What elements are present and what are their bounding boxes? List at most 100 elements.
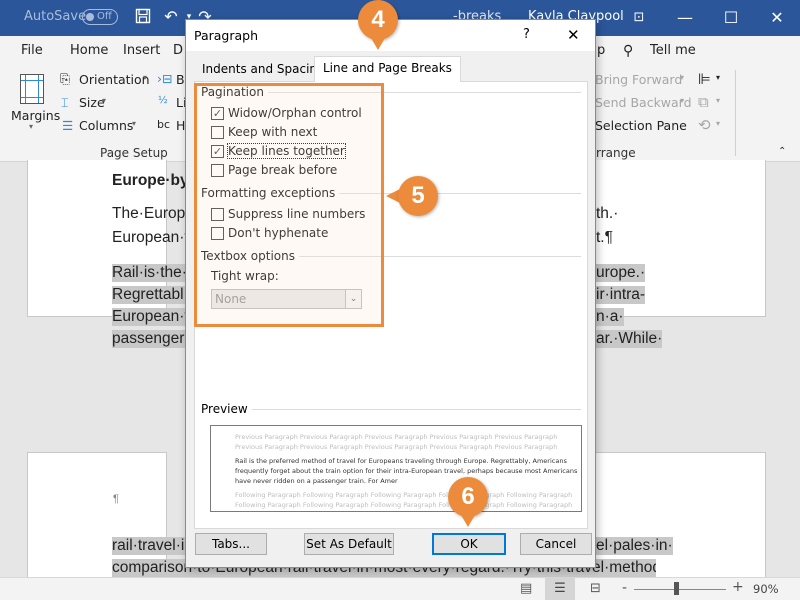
zoom-out-button[interactable]: - [622,580,627,596]
bring-forward-button[interactable]: Bring Forward [595,72,682,87]
preview-previous-line: Previous Paragraph Previous Paragraph Pr… [235,443,558,451]
tabs-button[interactable]: Tabs... [195,533,267,555]
selected-text-line-4-end[interactable]: ar.·While· [596,330,663,348]
preview-sample-line: frequently forget about the train option… [235,467,578,475]
preview-sample-line: have never ridden on a passenger train. … [235,477,398,485]
read-mode-icon[interactable]: ▤ [520,581,532,596]
web-layout-icon[interactable]: ⊟ [590,581,601,596]
tab-file[interactable]: File [21,43,43,58]
callout-4-badge: 4 [358,0,398,40]
callout-step-6: 6 [448,477,488,527]
bring-forward-dropdown-icon[interactable]: ▾ [680,73,684,82]
columns-dropdown-icon[interactable]: ▾ [132,119,136,128]
hyphenation-icon: bc [157,118,171,131]
dialog-title: Paragraph [194,28,259,43]
preview-box: Previous Paragraph Previous Paragraph Pr… [210,425,582,512]
ribbon-divider [735,70,736,156]
size-icon: ⌶ [61,95,69,110]
tab-design[interactable]: D [173,43,183,58]
zoom-level[interactable]: 90% [753,582,779,596]
align-icon[interactable]: ⊫ [698,70,711,88]
pilcrow-mark: ¶ [113,493,119,505]
selected-text-line-3-end[interactable]: n·a· [596,308,624,326]
margins-dropdown-icon[interactable]: ▾ [29,122,33,131]
hyphenation-button[interactable]: H [176,118,185,133]
selection-pane-button[interactable]: Selection Pane [595,118,687,133]
size-button[interactable]: Size [79,95,105,110]
selected-text-line-3[interactable]: European·t [112,308,189,326]
paragraph-1-line-2: European·t [112,229,189,246]
selected-text-line-4[interactable]: passenger· [112,330,190,348]
margins-icon[interactable] [20,74,44,104]
callout-step-4: 4 [358,0,398,50]
paragraph-1-line-1: The·Europe [112,205,194,222]
autosave-toggle[interactable]: Off [82,9,118,25]
line-numbers-icon: ½ [158,95,168,106]
preview-label: Preview [201,402,252,416]
ok-button[interactable]: OK [432,533,506,555]
maximize-icon[interactable]: ☐ [708,0,754,36]
minimize-icon[interactable]: — [662,0,708,36]
preview-following-line: Following Paragraph Following Paragraph … [235,501,573,509]
selected-text-line-2-end[interactable]: ir·intra- [596,286,646,304]
columns-icon: ☰ [62,118,74,133]
tab-indents-and-spacing[interactable]: Indents and Spacing [194,58,333,82]
dialog-close-button[interactable]: ✕ [567,26,580,44]
tab-insert[interactable]: Insert [123,43,160,58]
preview-sample-line: Rail is the preferred method of travel f… [235,457,567,465]
zoom-slider-track[interactable] [634,589,726,590]
rotate-dropdown-icon[interactable]: ▾ [716,119,720,128]
callout-4-pointer [371,38,385,50]
tab-help[interactable]: p [597,43,605,58]
preview-previous-line: Previous Paragraph Previous Paragraph Pr… [235,433,558,441]
group-icon[interactable]: ⧉ [698,93,709,111]
status-bar: ▤ ☰ ⊟ - + 90% [0,577,800,600]
tab-home[interactable]: Home [70,43,108,58]
document-heading: Europe·by· [112,172,194,189]
zoom-in-button[interactable]: + [732,579,744,595]
help-button[interactable]: ? [523,27,530,42]
page-setup-group-label: Page Setup [100,146,168,160]
breaks-button[interactable]: B [176,72,185,87]
selected-text-line-1[interactable]: Rail·is·the·p [112,264,196,282]
arrange-group-label: rrange [596,146,636,160]
callout-step-5: 5 [386,176,438,216]
search-icon[interactable]: ⚲ [623,43,633,59]
paragraph-1-line-1-end: th.· [596,205,619,222]
preview-divider [201,409,581,410]
cancel-button[interactable]: Cancel [520,533,592,555]
send-backward-button[interactable]: Send Backward [595,95,692,110]
set-as-default-button[interactable]: Set As Default [304,533,394,555]
autosave-label: AutoSave [24,9,87,24]
undo-icon[interactable]: ↶ [162,8,180,26]
selected-text-line-2[interactable]: Regrettabl [112,286,185,304]
group-dropdown-icon[interactable]: ▾ [716,96,720,105]
send-backward-dropdown-icon[interactable]: ▾ [680,96,684,105]
zoom-slider-thumb[interactable] [674,582,679,595]
callout-6-pointer [461,515,475,527]
size-dropdown-icon[interactable]: ▾ [102,96,106,105]
rotate-icon[interactable]: ⟲ [698,116,711,134]
page-2-line-1[interactable]: rail·travel·i [112,537,185,555]
breaks-icon: ›⊟ [157,71,173,86]
preview-following-line: Following Paragraph Following Paragraph … [235,491,573,499]
close-window-icon[interactable]: ✕ [754,0,800,36]
page-2-line-1-end[interactable]: el·pales·in· [596,537,673,555]
align-dropdown-icon[interactable]: ▾ [716,73,720,82]
margins-button[interactable]: Margins [11,108,60,123]
callout-6-badge: 6 [448,477,488,517]
selected-text-line-1-end[interactable]: urope.· [596,264,646,282]
callout-5-badge: 5 [398,176,438,216]
save-icon[interactable] [134,8,152,26]
print-layout-icon[interactable]: ☰ [545,578,575,600]
ribbon-display-options-icon[interactable]: ⊡ [616,0,662,36]
orientation-dropdown-icon[interactable]: ▾ [143,73,147,82]
tab-line-and-page-breaks[interactable]: Line and Page Breaks [314,56,461,82]
tell-me-box[interactable]: Tell me [650,43,696,58]
columns-button[interactable]: Columns [79,118,133,133]
paragraph-1-line-2-end: t.¶ [596,229,613,246]
pagination-highlight-box [194,83,384,327]
orientation-icon: ⎘ [60,71,71,86]
collapse-ribbon-icon[interactable]: ⌃ [778,146,786,157]
orientation-button[interactable]: Orientation [79,72,150,87]
